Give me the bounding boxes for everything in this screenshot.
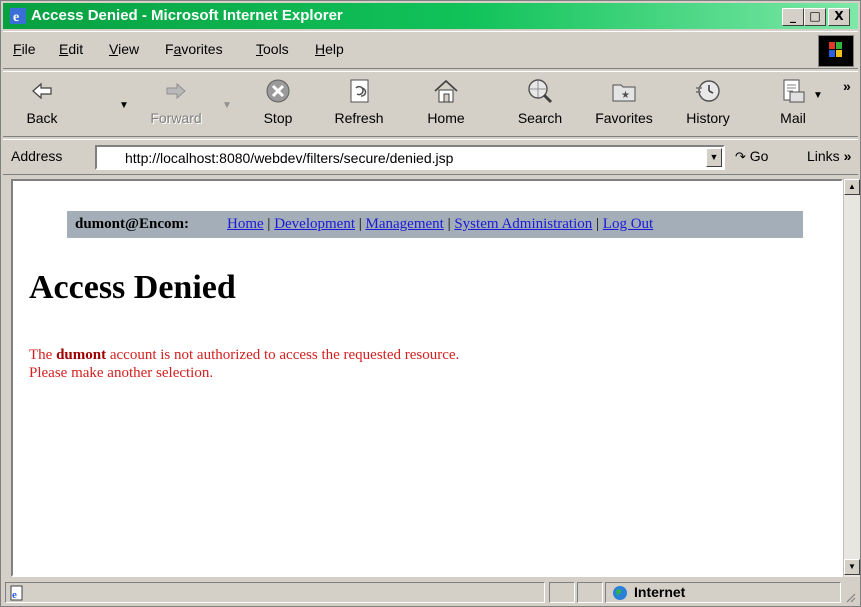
minimize-button[interactable]: _ bbox=[782, 8, 804, 26]
favorites-folder-icon: ★ bbox=[612, 84, 636, 102]
address-label: Address bbox=[11, 148, 63, 164]
status-text-cell: e bbox=[5, 582, 545, 603]
page-viewport: dumont@Encom: Home | Development | Manag… bbox=[11, 179, 843, 577]
history-button[interactable]: History bbox=[681, 76, 735, 132]
history-clock-icon bbox=[696, 80, 720, 102]
site-nav-bar: dumont@Encom: Home | Development | Manag… bbox=[67, 211, 803, 238]
title-bar[interactable]: e Access Denied - Microsoft Internet Exp… bbox=[3, 3, 858, 29]
go-arrow-icon: ↷ bbox=[735, 150, 746, 165]
forward-arrow-icon bbox=[166, 82, 186, 100]
close-button[interactable]: X bbox=[828, 8, 850, 26]
user-label: dumont@Encom: bbox=[75, 216, 189, 232]
page-status-icon: e bbox=[10, 585, 23, 601]
menu-tools[interactable]: Tools bbox=[256, 41, 289, 57]
address-bar: Address http://localhost:8080/webdev/fil… bbox=[3, 139, 858, 175]
favorites-button[interactable]: ★ Favorites bbox=[589, 76, 659, 132]
scroll-down-button[interactable]: ▼ bbox=[844, 559, 860, 575]
page-icon bbox=[103, 150, 115, 166]
nav-link-log-out[interactable]: Log Out bbox=[603, 216, 653, 232]
svg-text:e: e bbox=[12, 589, 17, 601]
nav-link-development[interactable]: Development bbox=[274, 216, 355, 232]
mail-button[interactable]: Mail bbox=[773, 76, 813, 132]
stop-button[interactable]: Stop bbox=[255, 76, 301, 132]
windows-flag-icon bbox=[829, 42, 842, 57]
svg-text:e: e bbox=[13, 10, 19, 25]
error-message-line2: Please make another selection. bbox=[29, 365, 214, 381]
resize-grip-icon[interactable] bbox=[844, 591, 856, 603]
address-dropdown-button[interactable]: ▼ bbox=[706, 148, 722, 167]
address-url: http://localhost:8080/webdev/filters/sec… bbox=[125, 150, 454, 166]
security-zone-label: Internet bbox=[634, 584, 686, 600]
account-name: dumont bbox=[56, 347, 107, 363]
address-input[interactable]: http://localhost:8080/webdev/filters/sec… bbox=[95, 145, 725, 170]
back-arrow-icon bbox=[32, 82, 52, 100]
mail-icon bbox=[783, 79, 805, 103]
nav-link-system-administration[interactable]: System Administration bbox=[454, 216, 592, 232]
back-dropdown-icon[interactable]: ▼ bbox=[119, 100, 129, 111]
vertical-scrollbar[interactable]: ▲ ▼ bbox=[843, 179, 860, 577]
forward-button[interactable]: Forward bbox=[141, 76, 211, 132]
back-button[interactable]: Back bbox=[17, 76, 67, 132]
menu-help[interactable]: Help bbox=[315, 41, 344, 57]
forward-dropdown-icon[interactable]: ▼ bbox=[222, 100, 232, 111]
toolbar-overflow-chevron[interactable]: » bbox=[843, 78, 851, 94]
ie-logo-icon: e bbox=[10, 8, 26, 25]
windows-logo-throbber bbox=[818, 35, 854, 67]
page-heading: Access Denied bbox=[29, 269, 236, 306]
home-button[interactable]: Home bbox=[421, 76, 471, 132]
go-button[interactable]: ↷ Go bbox=[735, 148, 768, 165]
scroll-up-button[interactable]: ▲ bbox=[844, 179, 860, 195]
status-bar: e Internet bbox=[3, 579, 858, 605]
status-cell-progress bbox=[549, 582, 575, 603]
menu-favorites[interactable]: Favorites bbox=[165, 41, 223, 57]
internet-globe-icon bbox=[613, 586, 627, 600]
menu-edit[interactable]: Edit bbox=[59, 41, 83, 57]
browser-window: e Access Denied - Microsoft Internet Exp… bbox=[0, 0, 861, 607]
error-message: The dumont account is not authorized to … bbox=[29, 347, 460, 381]
mail-dropdown-icon[interactable]: ▼ bbox=[813, 90, 823, 101]
refresh-button[interactable]: Refresh bbox=[331, 76, 387, 132]
links-button[interactable]: Links » bbox=[807, 148, 851, 164]
refresh-icon bbox=[350, 79, 369, 103]
security-zone-cell: Internet bbox=[605, 582, 841, 603]
status-cell-lock bbox=[577, 582, 603, 603]
nav-links: Home | Development | Management | System… bbox=[227, 216, 654, 232]
window-title: Access Denied - Microsoft Internet Explo… bbox=[31, 7, 343, 24]
stop-icon bbox=[266, 79, 290, 103]
search-button[interactable]: Search bbox=[511, 76, 569, 132]
svg-text:★: ★ bbox=[621, 90, 630, 101]
maximize-button[interactable]: □ bbox=[804, 8, 826, 26]
menu-view[interactable]: View bbox=[109, 41, 139, 57]
standard-toolbar: Back ▼ Forward ▼ Stop Refresh Home Searc… bbox=[3, 71, 858, 137]
search-globe-icon bbox=[528, 79, 553, 104]
nav-link-home[interactable]: Home bbox=[227, 216, 264, 232]
menu-bar: File Edit View Favorites Tools Help bbox=[3, 31, 858, 69]
menu-file[interactable]: File bbox=[13, 41, 36, 57]
home-icon bbox=[434, 79, 458, 103]
links-overflow-chevron: » bbox=[843, 148, 852, 164]
nav-link-management[interactable]: Management bbox=[366, 216, 444, 232]
